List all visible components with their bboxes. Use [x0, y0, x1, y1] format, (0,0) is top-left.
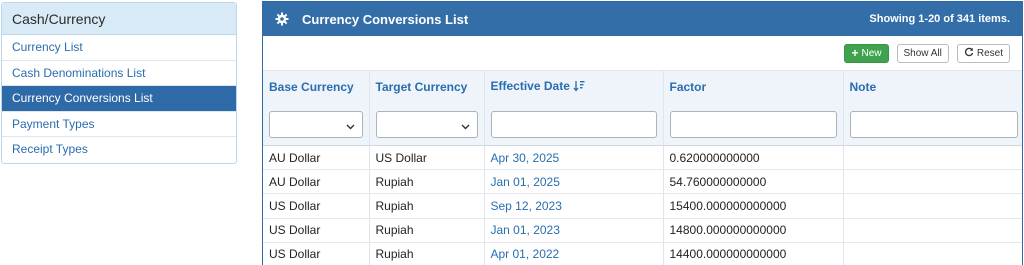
- pagination-summary: Showing 1-20 of 341 items.: [869, 13, 1010, 25]
- sidebar-item-cash-denominations[interactable]: Cash Denominations List: [2, 61, 236, 86]
- column-header-label: Base Currency: [269, 80, 354, 95]
- factor-cell: 14800.000000000000: [663, 218, 844, 243]
- base-currency-cell: US Dollar: [263, 193, 370, 219]
- target-currency-cell: US Dollar: [369, 145, 485, 171]
- base-currency-cell: US Dollar: [263, 218, 370, 243]
- target-currency-cell: Rupiah: [369, 242, 485, 265]
- gear-icon[interactable]: [275, 12, 289, 26]
- table-row[interactable]: AU Dollar US Dollar Apr 30, 2025 0.62000…: [263, 145, 1022, 171]
- effective-date-link[interactable]: Apr 01, 2022: [484, 242, 664, 265]
- new-button-label: New: [861, 47, 882, 59]
- show-all-label: Show All: [903, 47, 942, 59]
- column-header-label: Factor: [669, 80, 707, 95]
- new-button[interactable]: + New: [844, 43, 889, 63]
- note-cell: [843, 218, 1022, 243]
- column-header-effective-date[interactable]: Effective Date: [484, 70, 664, 104]
- conversions-panel: Currency Conversions List Showing 1-20 o…: [262, 1, 1023, 265]
- sidebar-item-currency-conversions[interactable]: Currency Conversions List: [2, 86, 236, 112]
- sidebar-item-receipt-types[interactable]: Receipt Types: [2, 137, 236, 163]
- base-currency-filter-select[interactable]: [269, 110, 363, 138]
- effective-date-link[interactable]: Jan 01, 2023: [484, 218, 664, 243]
- target-currency-cell: Rupiah: [369, 169, 485, 195]
- sidebar: Cash/Currency Currency List Cash Denomin…: [1, 2, 237, 164]
- column-header-base-currency[interactable]: Base Currency: [263, 70, 370, 104]
- base-currency-cell: AU Dollar: [263, 169, 370, 195]
- effective-date-link[interactable]: Sep 12, 2023: [484, 193, 664, 219]
- column-header-note[interactable]: Note: [843, 70, 1022, 104]
- base-currency-cell: US Dollar: [263, 242, 370, 265]
- factor-cell: 14400.000000000000: [663, 242, 844, 265]
- show-all-button[interactable]: Show All: [896, 43, 949, 63]
- sidebar-item-currency-list[interactable]: Currency List: [2, 35, 236, 61]
- effective-date-filter-input[interactable]: [490, 110, 657, 138]
- panel-header: Currency Conversions List Showing 1-20 o…: [263, 2, 1022, 36]
- toolbar: + New Show All Reset: [263, 36, 1022, 70]
- table-row[interactable]: US Dollar Rupiah Apr 01, 2022 14400.0000…: [263, 242, 1022, 265]
- sidebar-title: Cash/Currency: [2, 3, 236, 35]
- table-row[interactable]: AU Dollar Rupiah Jan 01, 2025 54.7600000…: [263, 169, 1022, 195]
- panel-title: Currency Conversions List: [302, 11, 469, 27]
- reset-button[interactable]: Reset: [956, 43, 1010, 63]
- reset-label: Reset: [976, 47, 1003, 59]
- table-row[interactable]: US Dollar Rupiah Sep 12, 2023 15400.0000…: [263, 193, 1022, 219]
- chevron-down-icon: [461, 120, 470, 134]
- column-header-label: Effective Date: [490, 79, 570, 94]
- factor-cell: 15400.000000000000: [663, 193, 844, 219]
- chevron-down-icon: [346, 120, 355, 134]
- table-row[interactable]: US Dollar Rupiah Jan 01, 2023 14800.0000…: [263, 218, 1022, 243]
- sort-descending-icon[interactable]: [573, 80, 585, 95]
- column-header-factor[interactable]: Factor: [663, 70, 844, 104]
- note-cell: [843, 242, 1022, 265]
- column-header-target-currency[interactable]: Target Currency: [369, 70, 485, 104]
- factor-cell: 0.620000000000: [663, 145, 844, 171]
- column-header-label: Target Currency: [375, 80, 468, 95]
- factor-cell: 54.760000000000: [663, 169, 844, 195]
- column-header-label: Note: [849, 80, 877, 95]
- plus-icon: +: [851, 46, 859, 60]
- base-currency-cell: AU Dollar: [263, 145, 370, 171]
- note-cell: [843, 145, 1022, 171]
- factor-filter-input[interactable]: [669, 110, 837, 138]
- target-currency-cell: Rupiah: [369, 218, 485, 243]
- refresh-icon: [964, 47, 974, 60]
- target-currency-filter-select[interactable]: [375, 110, 478, 138]
- effective-date-link[interactable]: Jan 01, 2025: [484, 169, 664, 195]
- conversions-table: Base Currency Target Currency Effective …: [263, 70, 1022, 265]
- target-currency-cell: Rupiah: [369, 193, 485, 219]
- note-cell: [843, 169, 1022, 195]
- note-filter-input[interactable]: [849, 110, 1018, 138]
- effective-date-link[interactable]: Apr 30, 2025: [484, 145, 664, 171]
- note-cell: [843, 193, 1022, 219]
- sidebar-item-payment-types[interactable]: Payment Types: [2, 112, 236, 137]
